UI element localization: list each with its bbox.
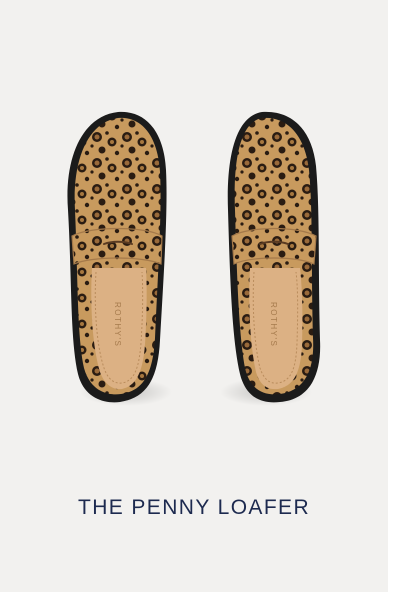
product-card[interactable]: ROTHY'S ROTHY'S THE PENNY LOAFER — [0, 0, 388, 592]
left-insole-logo: ROTHY'S — [113, 302, 122, 347]
product-image: ROTHY'S ROTHY'S — [0, 0, 388, 470]
left-loafer: ROTHY'S — [67, 111, 172, 406]
product-title[interactable]: THE PENNY LOAFER — [0, 494, 388, 522]
right-insole-logo: ROTHY'S — [269, 302, 278, 347]
right-loafer: ROTHY'S — [220, 111, 321, 406]
